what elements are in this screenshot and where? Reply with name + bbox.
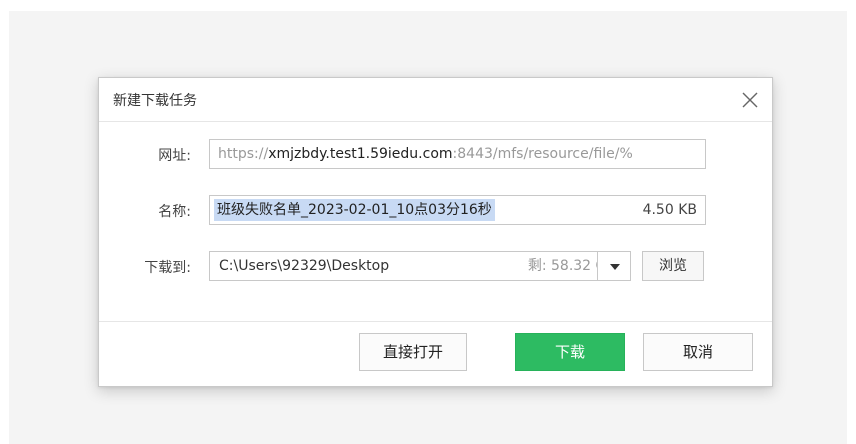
path-dropdown-button[interactable] <box>597 251 631 281</box>
close-icon <box>742 92 758 108</box>
download-button[interactable]: 下载 <box>515 333 625 371</box>
browse-button[interactable]: 浏览 <box>642 251 704 281</box>
new-download-dialog: 新建下载任务 网址: https://xmjzbdy.test1.59iedu.… <box>98 77 773 387</box>
filename-selected-text: 班级失败名单_2023-02-01_10点03分16秒 <box>214 199 495 221</box>
footer-divider <box>99 321 772 322</box>
url-label: 网址: <box>158 148 191 164</box>
save-path-value: C:\Users\92329\Desktop <box>219 258 390 274</box>
save-to-label: 下载到: <box>144 260 191 276</box>
url-field[interactable]: https://xmjzbdy.test1.59iedu.com:8443/mf… <box>209 139 706 169</box>
url-scheme: https:// <box>218 146 269 162</box>
caret-down-icon <box>610 264 620 270</box>
filename-field[interactable]: 班级失败名单_2023-02-01_10点03分16秒 4.50 KB <box>209 195 706 225</box>
file-size: 4.50 KB <box>642 202 697 218</box>
open-directly-button[interactable]: 直接打开 <box>359 333 467 371</box>
close-button[interactable] <box>738 88 762 112</box>
save-path-field[interactable]: C:\Users\92329\Desktop 剩: 58.32 GB <box>209 251 631 281</box>
cancel-button[interactable]: 取消 <box>643 333 753 371</box>
url-rest: :8443/mfs/resource/file/% <box>452 146 633 162</box>
dialog-titlebar: 新建下载任务 <box>99 78 772 122</box>
name-label: 名称: <box>158 204 191 220</box>
url-host: xmjzbdy.test1.59iedu.com <box>268 146 453 162</box>
dialog-title: 新建下载任务 <box>113 93 197 109</box>
